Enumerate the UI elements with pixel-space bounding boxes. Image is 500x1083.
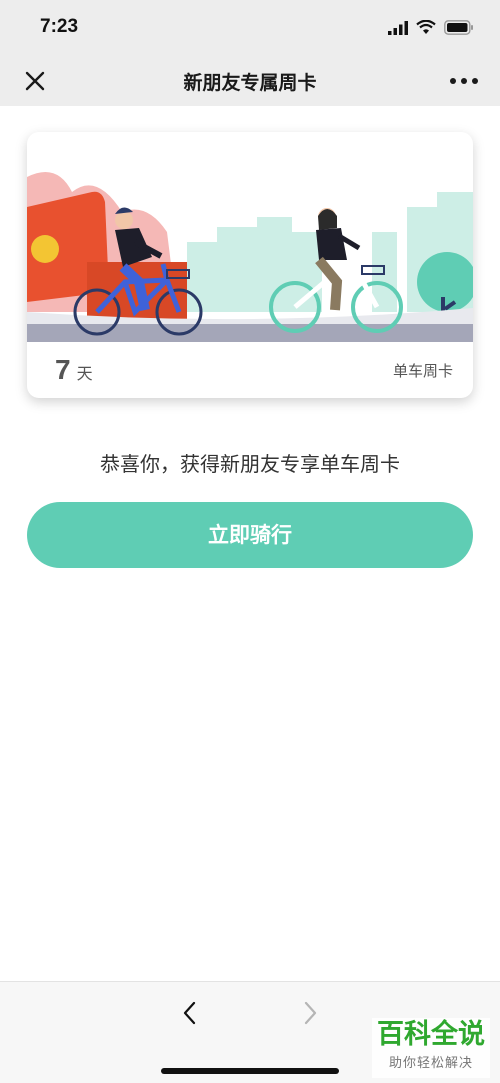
weekly-pass-card: 7 天 单车周卡: [27, 132, 473, 398]
battery-icon: [444, 20, 473, 35]
home-indicator: [161, 1068, 339, 1074]
chevron-right-icon: [304, 1001, 317, 1025]
more-icon: [450, 78, 478, 84]
status-bar: 7:23: [0, 0, 500, 56]
watermark: 百科全说 助你轻松解决: [372, 1018, 490, 1078]
congrats-text: 恭喜你，获得新朋友专享单车周卡: [100, 452, 400, 476]
watermark-subtitle: 助你轻松解决: [388, 1056, 473, 1071]
card-days-number: 7: [55, 354, 71, 385]
nav-bar: 新朋友专属周卡: [0, 56, 500, 106]
more-button[interactable]: [448, 68, 480, 94]
watermark-title: 百科全说: [377, 1019, 485, 1050]
ride-now-button[interactable]: 立即骑行: [27, 502, 473, 568]
chevron-left-icon: [183, 1001, 196, 1025]
page-title: 新朋友专属周卡: [183, 72, 317, 94]
forward-button[interactable]: [298, 1000, 322, 1026]
card-days: 7 天: [55, 354, 93, 386]
bike-riders-illustration: [27, 172, 473, 342]
signal-icon: [388, 20, 408, 35]
status-icons: [388, 20, 474, 35]
status-time: 7:23: [40, 16, 79, 37]
card-days-unit: 天: [76, 364, 93, 383]
back-button[interactable]: [178, 1000, 202, 1026]
card-type-label: 单车周卡: [392, 362, 453, 380]
wifi-icon: [416, 20, 436, 34]
